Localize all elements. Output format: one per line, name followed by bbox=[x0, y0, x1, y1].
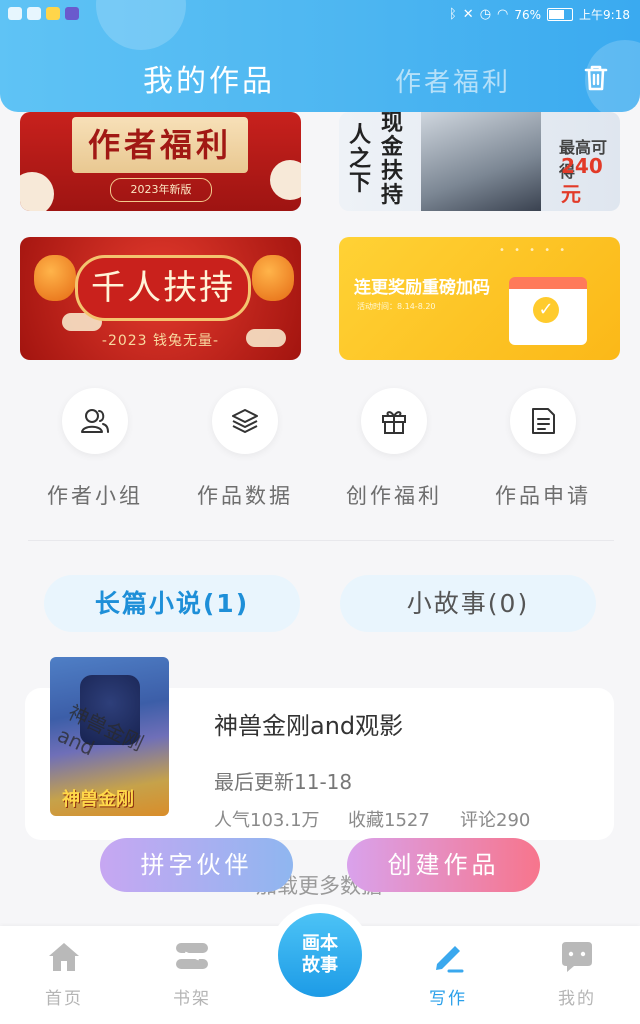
banner-welfare-plaque: 作者福利 bbox=[72, 117, 248, 173]
banner-streak-reward[interactable]: • • • • • 连更奖励重磅加码 活动时间：8.14-8.20 ✓ bbox=[339, 237, 620, 360]
banner-thousand-plaque: 千人扶持 bbox=[75, 255, 251, 321]
center-button-line1: 画本 bbox=[302, 933, 338, 954]
top-header: ᛒ ✕ ◷ ◠ 76% 上午9:18 我的作品 作者福利 bbox=[0, 0, 640, 112]
gift-icon bbox=[361, 388, 427, 454]
tab-long-novel[interactable]: 长篇小说(1) bbox=[44, 575, 300, 632]
banner-welfare-title: 作者福利 bbox=[87, 126, 232, 164]
nav-mine-label: 我的 bbox=[558, 989, 596, 1009]
tab-my-works[interactable]: 我的作品 bbox=[143, 56, 275, 100]
bookshelf-icon bbox=[173, 938, 211, 976]
bluetooth-icon: ᛒ bbox=[448, 7, 457, 22]
calendar-icon: ✓ bbox=[509, 277, 587, 345]
trash-icon[interactable] bbox=[580, 62, 612, 94]
cover-logo: 神兽金刚 bbox=[62, 789, 134, 810]
battery-icon bbox=[547, 8, 574, 21]
notification-icon bbox=[46, 7, 60, 20]
nav-bookshelf-label: 书架 bbox=[173, 989, 211, 1009]
work-favorites: 收藏1527 bbox=[348, 810, 430, 831]
banner-thousand-title: 千人扶持 bbox=[91, 268, 235, 308]
anime-characters-image bbox=[421, 112, 541, 211]
action-work-application[interactable]: 作品申请 bbox=[469, 388, 617, 510]
partner-button[interactable]: 拼字伙伴 bbox=[100, 838, 293, 892]
decoration-dots: • • • • • bbox=[499, 245, 569, 256]
status-bar: ᛒ ✕ ◷ ◠ 76% 上午9:18 bbox=[0, 0, 640, 30]
wifi-icon: ◠ bbox=[497, 7, 509, 22]
lantern-icon bbox=[34, 255, 76, 301]
notification-icon bbox=[65, 7, 79, 20]
chat-icon bbox=[558, 938, 596, 976]
create-work-button[interactable]: 创建作品 bbox=[347, 838, 540, 892]
banner-thousand-subtitle: -2023 钱兔无量- bbox=[101, 333, 220, 349]
banner-streak-date: 活动时间：8.14-8.20 bbox=[357, 302, 436, 311]
alarm-icon: ◷ bbox=[479, 7, 492, 22]
work-last-updated: 最后更新11-18 bbox=[214, 770, 353, 794]
nav-write[interactable]: 写作 bbox=[408, 938, 488, 1009]
notification-icon bbox=[27, 7, 41, 20]
nav-write-label: 写作 bbox=[429, 989, 467, 1009]
work-comments: 评论290 bbox=[460, 810, 531, 831]
banner-support-vertical-1: 人之下 bbox=[349, 123, 372, 196]
status-notification-icons bbox=[8, 7, 79, 20]
work-title[interactable]: 神兽金刚and观影 bbox=[214, 706, 403, 741]
section-divider bbox=[28, 540, 614, 541]
banner-price-value: 240元 bbox=[561, 154, 603, 206]
banner-cash-support[interactable]: 人之下 现金扶持 最高可得 240元 bbox=[339, 112, 620, 211]
action-creation-welfare-label: 创作福利 bbox=[346, 484, 442, 508]
battery-percent: 76% bbox=[514, 7, 542, 22]
clock: 上午9:18 bbox=[579, 8, 630, 22]
action-work-data-label: 作品数据 bbox=[197, 484, 293, 508]
tab-short-story[interactable]: 小故事(0) bbox=[340, 575, 596, 632]
action-author-group[interactable]: 作者小组 bbox=[21, 388, 169, 510]
nav-home-label: 首页 bbox=[45, 989, 83, 1009]
action-creation-welfare[interactable]: 创作福利 bbox=[320, 388, 468, 510]
banner-streak-title: 连更奖励重磅加码 bbox=[354, 278, 490, 298]
work-popularity: 人气103.1万 bbox=[214, 810, 320, 831]
nav-bookshelf[interactable]: 书架 bbox=[152, 938, 232, 1009]
action-author-group-label: 作者小组 bbox=[47, 484, 143, 508]
users-icon bbox=[62, 388, 128, 454]
banner-welfare-subtitle: 2023年新版 bbox=[110, 178, 212, 202]
mute-icon: ✕ bbox=[462, 7, 474, 22]
work-cover-image[interactable]: 神兽金刚and 神兽金刚 bbox=[50, 657, 169, 816]
nav-home[interactable]: 首页 bbox=[24, 938, 104, 1009]
notification-icon bbox=[8, 7, 22, 20]
pen-icon bbox=[429, 938, 467, 976]
banner-author-welfare[interactable]: 作者福利 2023年新版 bbox=[20, 112, 301, 211]
banner-support-vertical-2: 现金扶持 bbox=[381, 112, 404, 208]
document-icon bbox=[510, 388, 576, 454]
action-work-data[interactable]: 作品数据 bbox=[171, 388, 319, 510]
nav-mine[interactable]: 我的 bbox=[537, 938, 617, 1009]
home-icon bbox=[45, 938, 83, 976]
banner-thousand-support[interactable]: 千人扶持 -2023 钱兔无量- bbox=[20, 237, 301, 360]
center-button-line2: 故事 bbox=[302, 955, 338, 976]
nav-picture-story-button[interactable]: 画本 故事 bbox=[278, 913, 362, 997]
tab-author-welfare[interactable]: 作者福利 bbox=[395, 62, 511, 99]
action-work-application-label: 作品申请 bbox=[495, 484, 591, 508]
check-icon: ✓ bbox=[533, 297, 559, 323]
center-button-ring: 画本 故事 bbox=[269, 904, 371, 1006]
lantern-icon bbox=[252, 255, 294, 301]
layers-icon bbox=[212, 388, 278, 454]
